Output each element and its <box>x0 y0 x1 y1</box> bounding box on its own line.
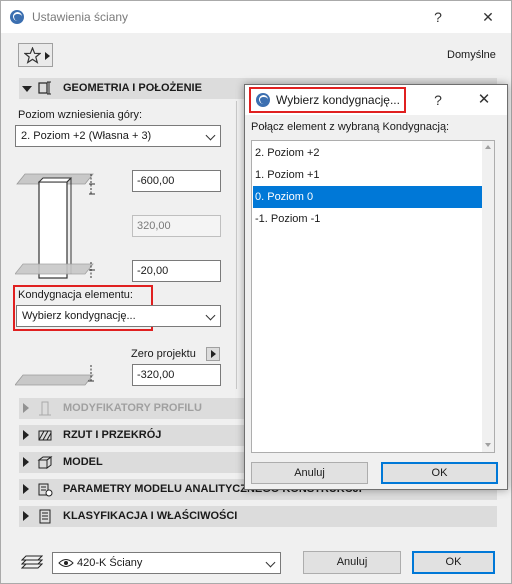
section-label: GEOMETRIA I POŁOŻENIE <box>63 82 202 94</box>
classification-icon <box>39 509 51 524</box>
model-icon <box>37 456 53 469</box>
help-button[interactable]: ? <box>427 6 449 28</box>
window-title: Ustawienia ściany <box>32 10 129 24</box>
dialog-title: Wybierz kondygnację... <box>276 93 400 107</box>
wall-diagram-icon <box>15 173 95 279</box>
list-item[interactable]: -1. Poziom -1 <box>253 208 491 230</box>
layers-icon <box>21 555 43 569</box>
story-select[interactable]: Wybierz kondygnację... <box>16 305 221 327</box>
layer-value: 420-K Ściany <box>77 557 143 569</box>
expand-arrow-icon <box>23 403 29 413</box>
list-item[interactable]: 1. Poziom +1 <box>253 164 491 186</box>
dialog-close-button[interactable]: ✕ <box>473 89 495 111</box>
layer-select[interactable]: 420-K Ściany <box>52 552 281 574</box>
top-level-value: 2. Poziom +2 (Własna + 3) <box>21 130 152 142</box>
defaults-label: Domyślne <box>447 49 496 61</box>
eye-icon <box>58 559 74 567</box>
divider <box>236 101 237 389</box>
expand-arrow-icon <box>23 511 29 521</box>
dialog-prompt: Połącz element z wybraną Kondygnacją: <box>251 121 450 133</box>
section-label: KLASYFIKACJA I WŁAŚCIWOŚCI <box>63 510 238 522</box>
bottom-offset-field[interactable]: -20,00 <box>132 260 221 282</box>
expand-arrow-icon <box>23 430 29 440</box>
collapse-arrow-icon <box>22 86 32 92</box>
top-level-select[interactable]: 2. Poziom +2 (Własna + 3) <box>15 125 221 147</box>
top-level-label: Poziom wzniesienia góry: <box>18 109 143 121</box>
section-classification[interactable]: KLASYFIKACJA I WŁAŚCIWOŚCI <box>19 506 497 527</box>
story-label: Kondygnacja elementu: <box>18 289 133 301</box>
chevron-down-icon <box>265 557 276 568</box>
select-story-dialog: Wybierz kondygnację... ? ✕ Połącz elemen… <box>244 84 508 490</box>
story-value: Wybierz kondygnację... <box>22 310 136 322</box>
zero-field[interactable]: -320,00 <box>132 364 221 386</box>
ok-button[interactable]: OK <box>412 551 495 574</box>
geometry-icon <box>38 81 51 95</box>
app-logo-icon <box>256 93 270 107</box>
list-item-selected[interactable]: 0. Poziom 0 <box>253 186 491 208</box>
scrollbar[interactable] <box>482 141 494 452</box>
star-icon <box>24 47 41 64</box>
profile-icon <box>39 401 51 416</box>
analytical-icon <box>38 483 53 497</box>
chevron-down-icon <box>205 130 216 141</box>
cancel-button[interactable]: Anuluj <box>303 551 401 574</box>
level-diagram-icon <box>15 365 94 386</box>
top-offset-field[interactable]: -600,00 <box>132 170 221 192</box>
zero-label: Zero projektu <box>131 348 196 360</box>
dialog-title-bar: Wybierz kondygnację... ? ✕ <box>245 85 507 115</box>
title-bar: Ustawienia ściany ? ✕ <box>1 1 511 33</box>
list-item[interactable]: 2. Poziom +2 <box>253 142 491 164</box>
favorites-button[interactable] <box>18 43 53 67</box>
chevron-down-icon <box>205 310 216 321</box>
section-label: MODEL <box>63 456 103 468</box>
scroll-down-icon[interactable] <box>485 443 491 447</box>
dialog-help-button[interactable]: ? <box>427 89 449 111</box>
expand-arrow-icon <box>23 484 29 494</box>
app-logo-icon <box>10 10 24 24</box>
zero-toggle-button[interactable] <box>206 347 220 361</box>
favorites-arrow-icon <box>45 52 50 60</box>
floor-plan-icon <box>38 430 52 441</box>
height-field[interactable]: 320,00 <box>132 215 221 237</box>
arrow-right-icon <box>211 350 216 358</box>
expand-arrow-icon <box>23 457 29 467</box>
dialog-ok-button[interactable]: OK <box>381 462 498 484</box>
dialog-cancel-button[interactable]: Anuluj <box>251 462 368 484</box>
section-label: MODYFIKATORY PROFILU <box>63 402 202 414</box>
story-list: 2. Poziom +2 1. Poziom +1 0. Poziom 0 -1… <box>251 140 495 453</box>
close-button[interactable]: ✕ <box>477 6 499 28</box>
scroll-up-icon[interactable] <box>485 145 491 149</box>
section-label: RZUT I PRZEKRÓJ <box>63 429 162 441</box>
